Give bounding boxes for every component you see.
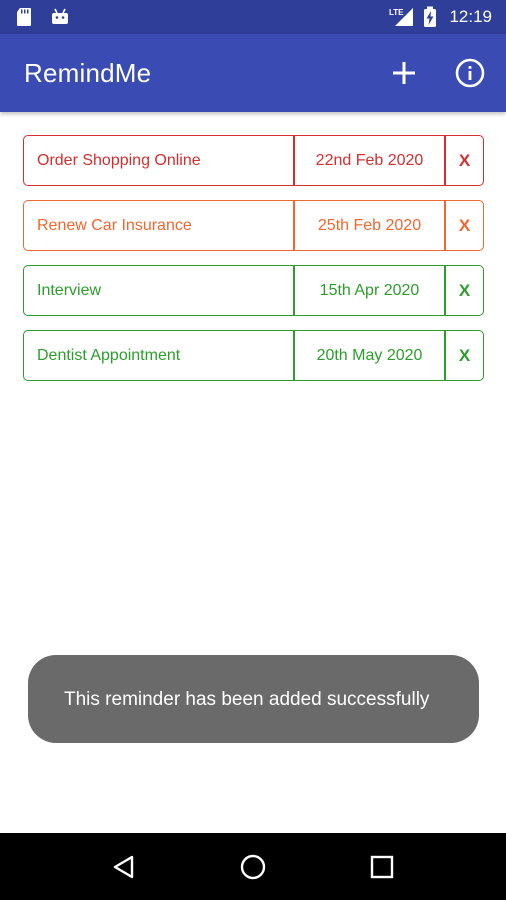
- back-button[interactable]: [100, 843, 148, 891]
- delete-reminder-button[interactable]: X: [446, 331, 483, 380]
- info-button[interactable]: [452, 55, 488, 91]
- status-left: [16, 7, 70, 27]
- reminder-list: Order Shopping Online 22nd Feb 2020 X Re…: [23, 135, 484, 395]
- add-button[interactable]: [386, 55, 422, 91]
- status-right: LTE 12:19: [389, 6, 492, 28]
- reminder-row[interactable]: Renew Car Insurance 25th Feb 2020 X: [23, 200, 484, 251]
- info-icon: [455, 58, 485, 88]
- reminder-date: 22nd Feb 2020: [293, 136, 446, 185]
- reminder-row[interactable]: Order Shopping Online 22nd Feb 2020 X: [23, 135, 484, 186]
- reminder-date: 15th Apr 2020: [293, 266, 446, 315]
- lte-signal-icon: LTE: [389, 6, 415, 28]
- home-icon: [240, 854, 266, 879]
- home-button[interactable]: [229, 843, 277, 891]
- reminder-title: Order Shopping Online: [37, 151, 201, 169]
- app-title: RemindMe: [24, 57, 152, 88]
- app-bar: RemindMe: [0, 34, 506, 112]
- android-icon: [50, 7, 70, 27]
- reminder-date: 25th Feb 2020: [293, 201, 446, 250]
- reminder-row[interactable]: Dentist Appointment 20th May 2020 X: [23, 330, 484, 381]
- network-label: LTE: [389, 8, 404, 17]
- add-icon: [393, 62, 415, 84]
- app-actions: [386, 55, 488, 91]
- reminder-title: Dentist Appointment: [37, 346, 181, 364]
- screen: LTE 12:19 RemindMe Order Shopping Online…: [0, 0, 506, 900]
- toast-text: This reminder has been added successfull…: [64, 688, 430, 710]
- nav-bar: [0, 833, 506, 900]
- reminder-title: Renew Car Insurance: [37, 216, 192, 234]
- delete-reminder-button[interactable]: X: [446, 201, 483, 250]
- recents-button[interactable]: [358, 843, 406, 891]
- reminder-row[interactable]: Interview 15th Apr 2020 X: [23, 265, 484, 316]
- reminder-title: Interview: [37, 281, 102, 299]
- status-bar: LTE 12:19: [0, 0, 506, 34]
- toast-message: This reminder has been added successfull…: [28, 655, 479, 743]
- delete-reminder-button[interactable]: X: [446, 266, 483, 315]
- sd-card-icon: [16, 7, 32, 27]
- delete-reminder-button[interactable]: X: [446, 136, 483, 185]
- status-time: 12:19: [449, 7, 492, 26]
- back-icon: [114, 855, 134, 878]
- reminder-date: 20th May 2020: [293, 331, 446, 380]
- recents-icon: [370, 855, 393, 878]
- battery-charging-icon: [423, 6, 437, 28]
